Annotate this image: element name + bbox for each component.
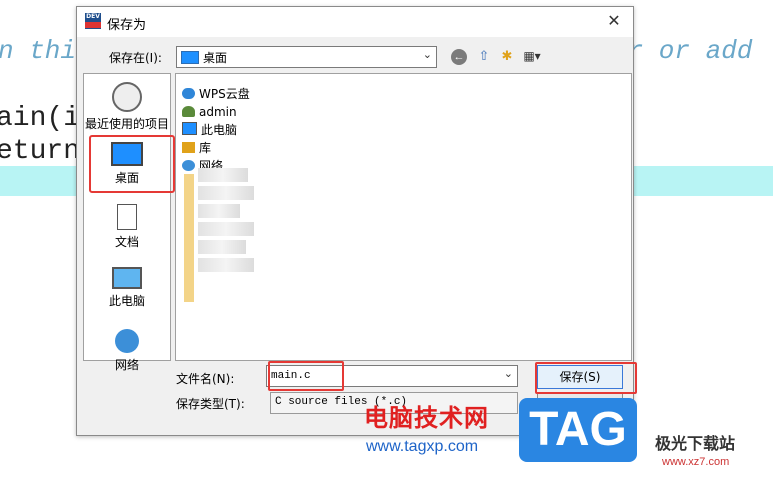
place-recent-items[interactable]: 最近使用的项目 [84, 82, 170, 132]
network-icon [115, 329, 139, 353]
blurred-item [198, 186, 254, 200]
blurred-folder-icons [184, 174, 194, 302]
list-item[interactable]: WPS云盘 [182, 86, 250, 102]
list-item[interactable]: admin [182, 104, 237, 120]
recent-items-icon [112, 82, 142, 112]
chevron-down-icon: ⌄ [422, 49, 432, 61]
computer-icon [112, 267, 142, 289]
look-in-label: 保存在(I): [109, 51, 162, 65]
desktop-folder-icon [181, 51, 199, 64]
dialog-title: 保存为 [107, 17, 147, 32]
chevron-down-icon[interactable]: ⌄ [504, 367, 513, 380]
file-name: admin [199, 105, 237, 119]
save-as-dialog: DEV 保存为 ✕ 保存在(I): 桌面 ⌄ ← ⇧ ✱ ▦▾ 最近使用的项目 … [76, 6, 637, 436]
watermark-site-name: 电脑技术网 [364, 404, 489, 432]
list-item[interactable]: 库 [182, 140, 211, 156]
blurred-item [198, 204, 240, 218]
look-in-value: 桌面 [203, 51, 228, 65]
place-network[interactable]: 网络 [84, 329, 170, 373]
computer-icon [182, 122, 197, 135]
highlight-box-save [535, 362, 637, 394]
file-list[interactable]: WPS云盘 admin 此电脑 库 网络 [175, 73, 632, 361]
place-documents[interactable]: 文档 [84, 204, 170, 250]
place-this-pc[interactable]: 此电脑 [84, 267, 170, 309]
view-menu-icon[interactable]: ▦▾ [523, 47, 541, 65]
file-name: 此电脑 [201, 123, 238, 137]
blurred-item [198, 258, 254, 272]
document-icon [117, 204, 137, 230]
file-name: WPS云盘 [199, 87, 250, 101]
back-icon[interactable]: ← [451, 49, 467, 65]
watermark-brand2: 极光下载站 [655, 434, 736, 453]
network-icon [182, 160, 195, 171]
file-name: 库 [199, 141, 212, 155]
watermark-brand2-url: www.xz7.com [662, 456, 730, 468]
list-item[interactable]: 此电脑 [182, 122, 237, 138]
file-type-label: 保存类型(T): [176, 397, 245, 411]
new-folder-icon[interactable]: ✱ [498, 47, 516, 65]
code-line-return: eturn [0, 136, 81, 167]
place-label: 此电脑 [108, 294, 145, 308]
code-comment-fragment-left: n thi [0, 36, 77, 66]
user-icon [182, 106, 195, 117]
dialog-titlebar: DEV 保存为 ✕ [77, 7, 633, 37]
place-label: 最近使用的项目 [84, 117, 169, 131]
file-name-label: 文件名(N): [176, 372, 235, 386]
highlight-box-filename [268, 361, 344, 391]
close-button[interactable]: ✕ [601, 11, 627, 33]
watermark-tag-logo: TAG [519, 398, 637, 462]
blurred-item [198, 222, 254, 236]
cloud-icon [182, 88, 195, 99]
blurred-item [198, 168, 248, 182]
look-in-dropdown[interactable]: 桌面 ⌄ [176, 46, 437, 68]
code-line-main: ain(i [0, 103, 81, 134]
place-label: 文档 [114, 235, 139, 249]
highlight-box-desktop [89, 135, 175, 193]
place-label: 网络 [114, 358, 139, 372]
library-icon [182, 142, 195, 153]
blurred-item [198, 240, 246, 254]
watermark-site-url: www.tagxp.com [366, 438, 479, 455]
up-folder-icon[interactable]: ⇧ [475, 47, 493, 65]
devcpp-app-icon: DEV [85, 13, 101, 29]
places-bar: 最近使用的项目 桌面 文档 此电脑 网络 [83, 73, 171, 372]
